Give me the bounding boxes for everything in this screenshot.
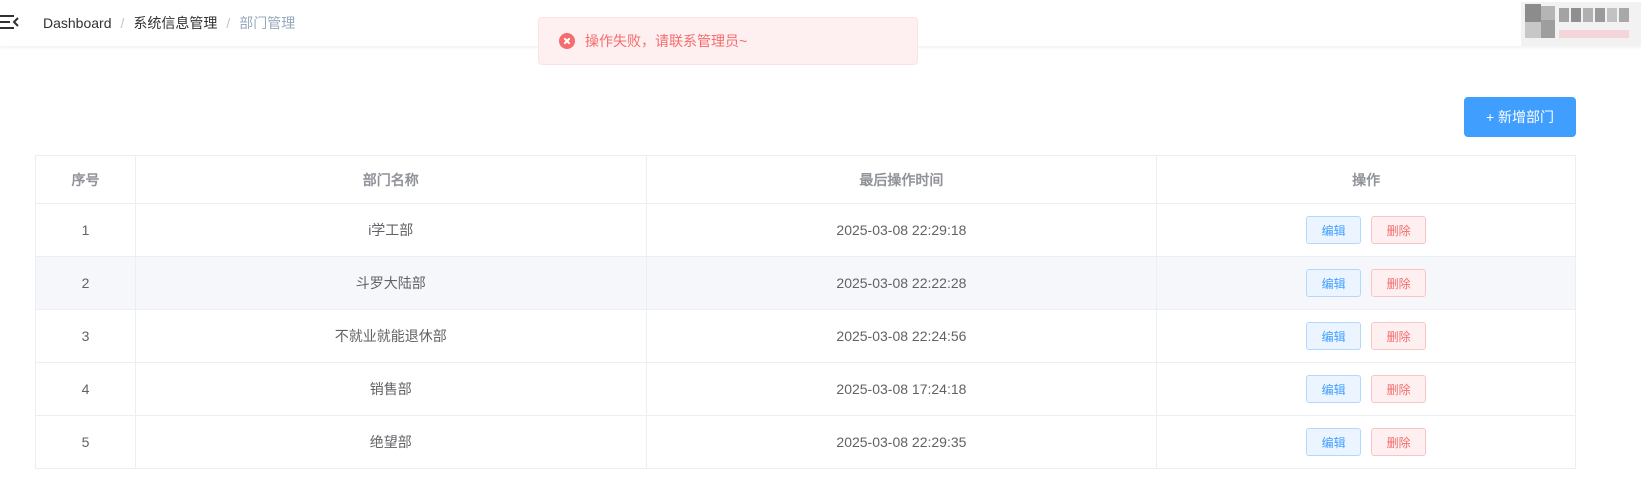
cell-time: 2025-03-08 17:24:18 [645,362,1158,416]
department-table: 序号 部门名称 最后操作时间 操作 1 i学工部 2025-03-08 22:2… [35,155,1576,469]
avatar[interactable] [1521,0,1641,46]
breadcrumb-item-current: 部门管理 [239,15,296,31]
cell-index: 5 [35,415,136,469]
column-header-index: 序号 [35,155,136,204]
table-header-row: 序号 部门名称 最后操作时间 操作 [35,155,1576,204]
cell-time: 2025-03-08 22:29:35 [645,415,1158,469]
edit-button[interactable]: 编辑 [1306,322,1362,350]
table-row: 2 斗罗大陆部 2025-03-08 22:22:28 编辑 删除 [35,256,1576,310]
add-department-button[interactable]: + 新增部门 [1464,97,1576,137]
cell-name: i学工部 [134,203,647,257]
table-row: 1 i学工部 2025-03-08 22:29:18 编辑 删除 [35,203,1576,257]
error-circle-icon [559,33,575,49]
cell-index: 1 [35,203,136,257]
breadcrumb: Dashboard / 系统信息管理 / 部门管理 [43,14,295,32]
hamburger-menu-icon[interactable] [0,12,20,32]
delete-button[interactable]: 删除 [1371,322,1427,350]
error-message: 操作失败，请联系管理员~ [538,17,918,65]
cell-name: 绝望部 [134,415,647,469]
edit-button[interactable]: 编辑 [1306,428,1362,456]
cell-operations: 编辑 删除 [1156,415,1576,469]
cell-index: 3 [35,309,136,363]
cell-index: 4 [35,362,136,416]
cell-time: 2025-03-08 22:29:18 [645,203,1158,257]
cell-time: 2025-03-08 22:22:28 [645,256,1158,310]
cell-name: 销售部 [134,362,647,416]
breadcrumb-item-dashboard[interactable]: Dashboard [43,15,112,31]
cell-name: 斗罗大陆部 [134,256,647,310]
cell-time: 2025-03-08 22:24:56 [645,309,1158,363]
edit-button[interactable]: 编辑 [1306,216,1362,244]
column-header-time: 最后操作时间 [645,155,1158,204]
cell-operations: 编辑 删除 [1156,256,1576,310]
cell-operations: 编辑 删除 [1156,203,1576,257]
column-header-name: 部门名称 [134,155,647,204]
error-message-text: 操作失败，请联系管理员~ [585,33,748,49]
edit-button[interactable]: 编辑 [1306,375,1362,403]
table-row: 4 销售部 2025-03-08 17:24:18 编辑 删除 [35,362,1576,416]
edit-button[interactable]: 编辑 [1306,269,1362,297]
cell-operations: 编辑 删除 [1156,362,1576,416]
cell-name: 不就业就能退休部 [134,309,647,363]
cell-index: 2 [35,256,136,310]
delete-button[interactable]: 删除 [1371,428,1427,456]
delete-button[interactable]: 删除 [1371,216,1427,244]
breadcrumb-item-system-info[interactable]: 系统信息管理 [133,13,217,33]
breadcrumb-separator: / [120,15,125,31]
cell-operations: 编辑 删除 [1156,309,1576,363]
delete-button[interactable]: 删除 [1371,269,1427,297]
column-header-operations: 操作 [1156,155,1576,204]
delete-button[interactable]: 删除 [1371,375,1427,403]
breadcrumb-separator: / [226,15,231,31]
table-row: 3 不就业就能退休部 2025-03-08 22:24:56 编辑 删除 [35,309,1576,363]
table-row: 5 绝望部 2025-03-08 22:29:35 编辑 删除 [35,415,1576,469]
